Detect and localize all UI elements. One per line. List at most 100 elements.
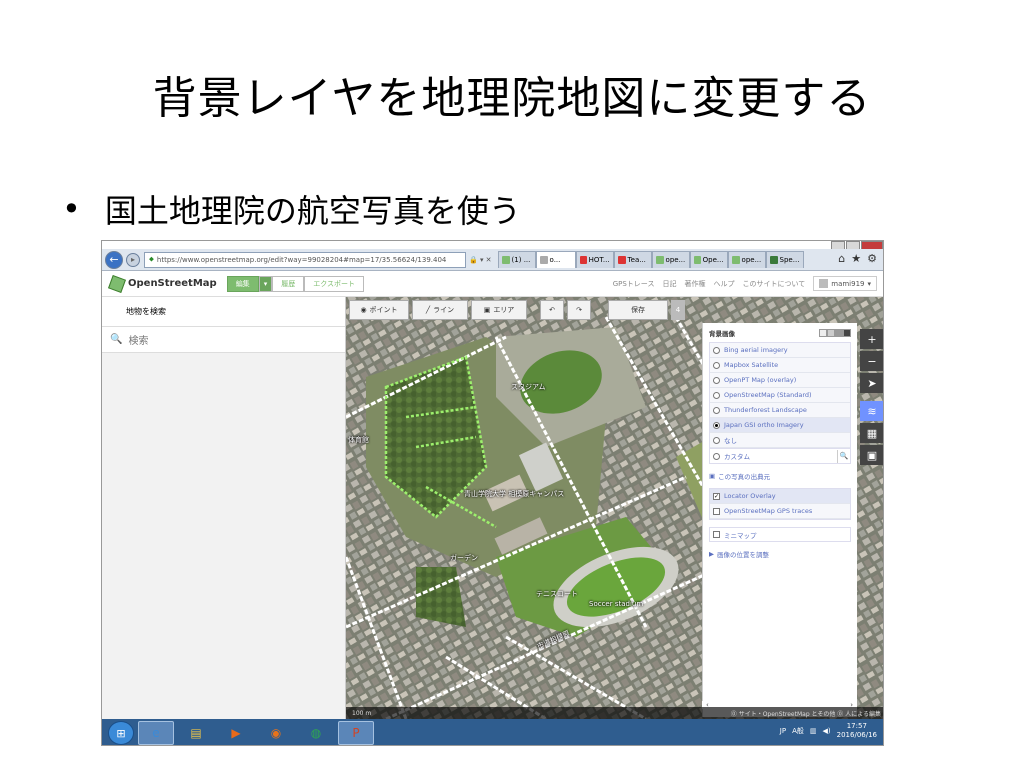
taskbar-app-powerpoint[interactable]: P xyxy=(338,721,374,745)
address-url: https://www.openstreetmap.org/edit?way=9… xyxy=(156,255,447,264)
edit-button[interactable]: 編集 xyxy=(226,275,259,292)
background-layer-item[interactable]: Bing aerial imagery xyxy=(710,343,850,358)
background-layer-item[interactable]: Japan GSI ortho Imagery xyxy=(710,418,850,433)
back-button[interactable]: ← xyxy=(105,250,123,269)
minimap-toggle[interactable]: ミニマップ xyxy=(709,527,851,542)
layer-radio[interactable] xyxy=(713,361,720,369)
diary-link[interactable]: 日記 xyxy=(662,279,676,289)
taskbar-app-ie[interactable]: e xyxy=(138,721,174,745)
opacity-control[interactable] xyxy=(819,329,851,337)
export-button[interactable]: エクスポート xyxy=(304,275,364,292)
tab-label: o... xyxy=(549,255,561,264)
browser-tab[interactable]: ope... xyxy=(727,250,766,268)
zoom-in-button[interactable]: + xyxy=(860,329,883,349)
clock-date: 2016/06/16 xyxy=(836,731,877,739)
browser-tab[interactable]: o... xyxy=(535,250,576,268)
custom-label: カスタム xyxy=(724,453,750,461)
address-bar[interactable]: ⬥ https://www.openstreetmap.org/edit?way… xyxy=(144,251,466,268)
help-link[interactable]: ヘルプ xyxy=(713,279,734,289)
browser-tab[interactable]: Spe... xyxy=(765,250,804,268)
overlay-item[interactable]: ✓ Locator Overlay xyxy=(710,489,850,504)
background-layer-item[interactable]: OpenStreetMap (Standard) xyxy=(710,388,850,403)
osm-logo-icon xyxy=(108,274,126,293)
layer-radio[interactable] xyxy=(713,421,720,429)
add-area-button[interactable]: ▣ エリア xyxy=(471,300,527,320)
redo-button[interactable]: ↷ xyxy=(567,300,591,320)
taskbar-app-chrome[interactable]: ◍ xyxy=(298,721,334,745)
forward-arrow-icon: ▸ xyxy=(130,255,135,264)
network-icon[interactable]: ▥ xyxy=(810,727,817,735)
opacity-swatch[interactable] xyxy=(819,329,827,337)
clock[interactable]: 17:57 2016/06/16 xyxy=(837,722,877,740)
start-button[interactable]: ⊞ xyxy=(108,721,134,745)
browser-tab[interactable]: ope... xyxy=(651,250,690,268)
history-button[interactable]: 履歴 xyxy=(272,275,305,292)
home-icon[interactable]: ⌂ xyxy=(838,252,845,265)
opacity-swatch[interactable] xyxy=(843,329,851,337)
minimap-checkbox[interactable] xyxy=(713,531,720,538)
add-line-button[interactable]: ╱ ライン xyxy=(412,300,468,320)
zoom-out-button[interactable]: − xyxy=(860,351,883,371)
firefox-icon: ◉ xyxy=(270,726,282,740)
background-layer-item[interactable]: OpenPT Map (overlay) xyxy=(710,373,850,388)
attribution[interactable]: ⓪ サイト・OpenStreetMap とその他 ⓪ 人による編集 xyxy=(731,709,881,718)
browser-tab[interactable]: Ope... xyxy=(689,250,728,268)
add-point-button[interactable]: ◉ ポイント xyxy=(349,300,409,320)
osm-logo[interactable]: OpenStreetMap xyxy=(108,274,217,293)
taskbar-app-firefox[interactable]: ◉ xyxy=(258,721,294,745)
ime-mode[interactable]: A般 xyxy=(792,726,804,736)
map-canvas[interactable]: スタジアム 体育館 青山学院大学 相模原キャンパス ガーデン テニスコート So… xyxy=(346,297,883,719)
locate-button[interactable]: ➤ xyxy=(860,373,883,393)
gear-icon[interactable]: ⚙ xyxy=(867,252,877,265)
address-tools[interactable]: 🔒 ▾ ✕ xyxy=(469,256,492,264)
layer-radio[interactable] xyxy=(713,391,720,399)
browser-tab[interactable]: (1) ... xyxy=(497,250,536,268)
star-icon[interactable]: ★ xyxy=(851,252,861,265)
custom-radio[interactable] xyxy=(713,452,720,460)
overlay-checkbox[interactable]: ✓ xyxy=(713,492,720,500)
map-footer: 100 m ⓪ サイト・OpenStreetMap とその他 ⓪ 人による編集 xyxy=(346,707,883,719)
bullet-marker: • xyxy=(62,190,81,228)
opacity-swatch[interactable] xyxy=(835,329,843,337)
save-button[interactable]: 保存 xyxy=(608,300,668,320)
copyright-link[interactable]: 著作権 xyxy=(684,279,705,289)
forward-button[interactable]: ▸ xyxy=(126,252,140,267)
user-menu[interactable]: mami919 ▾ xyxy=(813,276,877,291)
edit-dropdown-button[interactable]: ▾ xyxy=(258,275,273,292)
feature-search[interactable]: 🔍 検索 xyxy=(102,327,345,353)
add-line-label: ライン xyxy=(433,306,455,314)
pane-header: 背景画像 xyxy=(709,327,851,339)
gps-traces-link[interactable]: GPSトレース xyxy=(613,279,655,289)
favicon-icon xyxy=(617,255,626,264)
layer-radio[interactable] xyxy=(713,376,720,384)
help-button[interactable]: ▣ xyxy=(860,445,883,465)
taskbar-app-explorer[interactable]: ▤ xyxy=(178,721,214,745)
powerpoint-icon: P xyxy=(352,726,360,740)
opacity-swatch[interactable] xyxy=(827,329,835,337)
undo-button[interactable]: ↶ xyxy=(540,300,564,320)
volume-icon[interactable]: ◀) xyxy=(823,727,831,735)
search-input[interactable]: 検索 xyxy=(128,332,148,347)
background-layer-item[interactable]: なし xyxy=(710,433,850,448)
browser-tab[interactable]: HOT... xyxy=(575,250,614,268)
overlay-checkbox[interactable] xyxy=(713,507,720,515)
map-data-button[interactable]: ▦ xyxy=(860,423,883,443)
overlay-item[interactable]: OpenStreetMap GPS traces xyxy=(710,504,850,519)
ime-indicator[interactable]: JP xyxy=(780,727,786,735)
layer-radio[interactable] xyxy=(713,346,720,354)
taskbar-app-media[interactable]: ▶ xyxy=(218,721,254,745)
background-layer-item[interactable]: Thunderforest Landscape xyxy=(710,403,850,418)
tab-label: Ope... xyxy=(702,255,724,264)
username: mami919 xyxy=(831,279,865,288)
custom-layer-row[interactable]: カスタム 🔍 xyxy=(709,449,851,464)
layer-radio[interactable] xyxy=(713,436,720,444)
background-layers-button[interactable]: ≋ xyxy=(860,401,883,421)
search-icon[interactable]: 🔍 xyxy=(837,449,850,463)
layer-radio[interactable] xyxy=(713,406,720,414)
adjust-offset-link[interactable]: ▶ 画像の位置を調整 xyxy=(709,549,851,559)
browser-tab[interactable]: Tea... xyxy=(613,250,652,268)
about-link[interactable]: このサイトについて xyxy=(742,279,805,289)
imagery-source-link[interactable]: ▣ この写真の出典元 xyxy=(709,471,851,481)
browser-icons: ⌂ ★ ⚙ xyxy=(838,252,877,265)
background-layer-item[interactable]: Mapbox Satellite xyxy=(710,358,850,373)
